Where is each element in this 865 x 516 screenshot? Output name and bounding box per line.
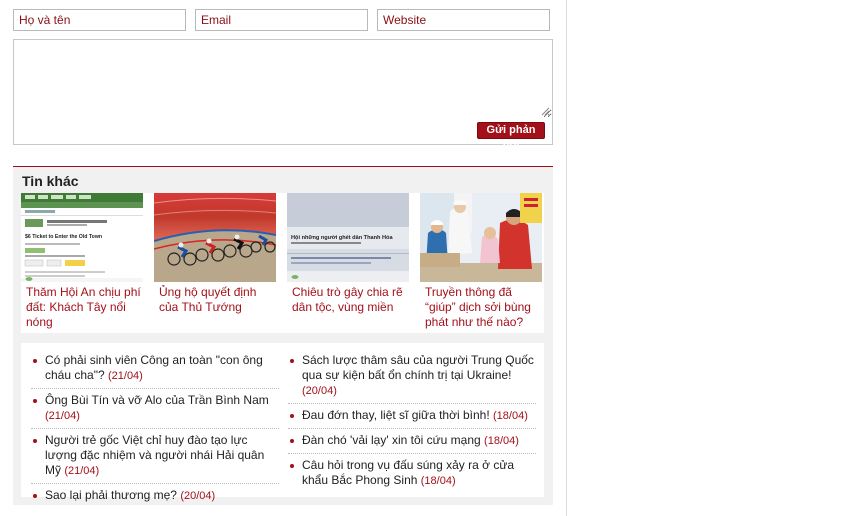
news-list-left: Có phải sinh viên Công an toàn "con ông … bbox=[31, 349, 279, 508]
comment-textarea[interactable] bbox=[14, 40, 552, 118]
bullet-icon bbox=[290, 359, 294, 363]
other-news-section: Tin khác $6 Ticket to Enter the Old Town… bbox=[13, 166, 553, 505]
news-date: (18/04) bbox=[484, 435, 519, 447]
featured-item[interactable]: Hội những người ghét dân Thanh Hóa Chiêu… bbox=[287, 193, 409, 315]
news-date: (18/04) bbox=[420, 475, 456, 487]
thumb-headline: Hội những người ghét dân Thanh Hóa bbox=[291, 235, 393, 241]
website-input[interactable] bbox=[377, 9, 550, 31]
comment-form: Gửi phản hồi bbox=[13, 39, 553, 151]
news-list: Có phải sinh viên Công an toàn "con ông … bbox=[21, 343, 544, 502]
bullet-icon bbox=[33, 399, 37, 403]
list-item: Đau đớn thay, liệt sĩ giữa thời bình! (1… bbox=[288, 404, 536, 429]
news-date: (20/04) bbox=[180, 490, 216, 502]
news-link[interactable]: Đau đớn thay, liệt sĩ giữa thời bình! bbox=[302, 408, 490, 422]
news-link[interactable]: Câu hỏi trong vụ đấu súng xảy ra ở cửa k… bbox=[302, 458, 514, 487]
column-divider bbox=[566, 0, 567, 516]
news-date: (18/04) bbox=[493, 410, 528, 422]
list-item: Đàn chó 'vải lạy' xin tôi cứu mạng (18/0… bbox=[288, 429, 536, 454]
news-link[interactable]: Sách lược thâm sâu của người Trung Quốc … bbox=[302, 353, 534, 382]
bullet-icon bbox=[290, 439, 294, 443]
news-link[interactable]: Đàn chó 'vải lạy' xin tôi cứu mạng bbox=[302, 433, 481, 447]
thumbnail-image[interactable] bbox=[420, 193, 542, 282]
news-link[interactable]: Có phải sinh viên Công an toàn "con ông … bbox=[45, 353, 263, 382]
list-item: Sao lại phải thương mẹ? (20/04) bbox=[31, 484, 279, 508]
featured-caption[interactable]: Chiêu trò gây chia rẽ dân tộc, vùng miền bbox=[287, 285, 409, 315]
featured-caption[interactable]: Thăm Hội An chịu phí đất: Khách Tây nổi … bbox=[21, 285, 143, 330]
list-item: Có phải sinh viên Công an toàn "con ông … bbox=[31, 349, 279, 389]
news-link[interactable]: Sao lại phải thương mẹ? bbox=[45, 488, 177, 502]
news-link[interactable]: Ông Bùi Tín và vỡ Alo của Trần Bình Nam bbox=[45, 393, 269, 407]
news-date: (21/04) bbox=[64, 465, 100, 477]
featured-caption[interactable]: Ủng hộ quyết định của Thủ Tướng bbox=[154, 285, 276, 315]
resize-grip-icon[interactable] bbox=[541, 107, 550, 116]
bullet-icon bbox=[33, 494, 37, 498]
list-item: Ông Bùi Tín và vỡ Alo của Trần Bình Nam … bbox=[31, 389, 279, 429]
section-title: Tin khác bbox=[22, 173, 79, 189]
news-date: (21/04) bbox=[45, 410, 80, 422]
bullet-icon bbox=[290, 464, 294, 468]
main-column: Gửi phản hồi Tin khác bbox=[0, 0, 566, 516]
thumbnail-image[interactable]: Hội những người ghét dân Thanh Hóa bbox=[287, 193, 409, 282]
featured-news: $6 Ticket to Enter the Old Town Thăm Hội… bbox=[21, 193, 544, 333]
name-input[interactable] bbox=[13, 9, 186, 31]
list-item: Câu hỏi trong vụ đấu súng xảy ra ở cửa k… bbox=[288, 454, 536, 493]
thumbnail-image[interactable] bbox=[154, 193, 276, 282]
featured-item[interactable]: Ủng hộ quyết định của Thủ Tướng bbox=[154, 193, 276, 315]
bullet-icon bbox=[290, 414, 294, 418]
news-date: (20/04) bbox=[302, 385, 337, 397]
list-item: Người trẻ gốc Việt chỉ huy đào tạo lực l… bbox=[31, 429, 279, 484]
email-input[interactable] bbox=[195, 9, 368, 31]
featured-item[interactable]: Truyền thông đã “giúp” dịch sởi bùng phá… bbox=[420, 193, 542, 330]
submit-feedback-button[interactable]: Gửi phản hồi bbox=[477, 122, 545, 151]
bullet-icon bbox=[33, 439, 37, 443]
news-list-right: Sách lược thâm sâu của người Trung Quốc … bbox=[288, 349, 536, 493]
bullet-icon bbox=[33, 359, 37, 363]
news-date: (21/04) bbox=[107, 370, 143, 382]
featured-caption[interactable]: Truyền thông đã “giúp” dịch sởi bùng phá… bbox=[420, 285, 542, 330]
list-item: Sách lược thâm sâu của người Trung Quốc … bbox=[288, 349, 536, 404]
thumbnail-image[interactable]: $6 Ticket to Enter the Old Town bbox=[21, 193, 143, 282]
thumb-headline: $6 Ticket to Enter the Old Town bbox=[25, 234, 102, 240]
featured-item[interactable]: $6 Ticket to Enter the Old Town Thăm Hội… bbox=[21, 193, 143, 330]
